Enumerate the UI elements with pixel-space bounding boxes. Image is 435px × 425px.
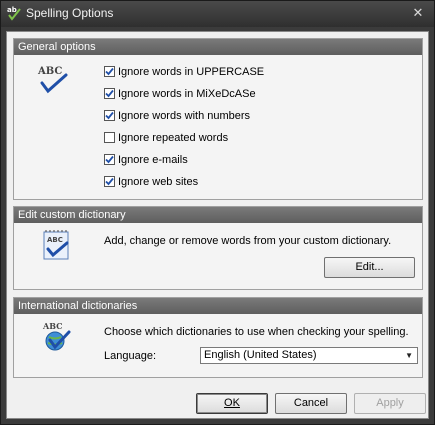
custom-dictionary-header: Edit custom dictionary	[14, 207, 422, 223]
checkmark-icon	[105, 177, 114, 186]
custom-dictionary-group: Edit custom dictionary ABC Add, change o…	[13, 206, 423, 290]
svg-text:ABC: ABC	[47, 236, 63, 244]
checkmark-icon	[105, 67, 114, 76]
apply-button[interactable]: Apply	[354, 393, 426, 414]
checkbox-checked[interactable]	[104, 176, 115, 187]
option-label: Ignore web sites	[118, 176, 199, 188]
option-row[interactable]: Ignore words with numbers	[104, 109, 250, 124]
general-options-group: General options ABC Ignore words in UPPE…	[13, 38, 423, 200]
language-select[interactable]: English (United States) ▼	[200, 347, 418, 364]
option-row[interactable]: Ignore repeated words	[104, 131, 228, 146]
globe-check-icon: ABC	[42, 321, 71, 351]
custom-dictionary-description: Add, change or remove words from your cu…	[104, 235, 392, 247]
svg-text:ab: ab	[7, 6, 17, 14]
checkbox-checked[interactable]	[104, 154, 115, 165]
edit-dictionary-button[interactable]: Edit...	[324, 257, 415, 278]
title-bar[interactable]: ab Spelling Options ✕	[1, 1, 434, 27]
checkmark-icon	[105, 111, 114, 120]
international-dictionaries-group: International dictionaries ABC Choose wh…	[13, 297, 423, 378]
notepad-check-icon: ABC	[43, 230, 69, 260]
abc-check-icon: ABC	[37, 66, 68, 94]
option-label: Ignore words in UPPERCASE	[118, 66, 265, 78]
option-row[interactable]: Ignore e-mails	[104, 153, 188, 168]
svg-text:ABC: ABC	[42, 321, 62, 331]
international-dictionaries-header: International dictionaries	[14, 298, 422, 314]
cancel-button[interactable]: Cancel	[275, 393, 347, 414]
checkbox-checked[interactable]	[104, 88, 115, 99]
option-row[interactable]: Ignore words in MiXeDcASe	[104, 87, 256, 102]
language-label: Language:	[104, 350, 156, 362]
window-title: Spelling Options	[26, 6, 114, 20]
ok-button-label: OK	[224, 397, 240, 409]
option-label: Ignore e-mails	[118, 154, 188, 166]
general-options-header: General options	[14, 39, 422, 55]
language-select-value: English (United States)	[204, 349, 317, 361]
checkbox-checked[interactable]	[104, 110, 115, 121]
checkmark-icon	[105, 155, 114, 164]
svg-text:ABC: ABC	[37, 66, 62, 77]
option-row[interactable]: Ignore web sites	[104, 175, 198, 190]
option-row[interactable]: Ignore words in UPPERCASE	[104, 65, 264, 80]
international-description: Choose which dictionaries to use when ch…	[104, 326, 409, 338]
close-icon[interactable]: ✕	[410, 5, 426, 21]
checkmark-icon	[105, 89, 114, 98]
dialog-client: General options ABC Ignore words in UPPE…	[6, 31, 429, 419]
checkbox-unchecked[interactable]	[104, 132, 115, 143]
option-label: Ignore words with numbers	[118, 110, 251, 122]
spelling-options-window: ab Spelling Options ✕ General options AB…	[0, 0, 435, 425]
ok-button[interactable]: OK	[196, 393, 268, 414]
chevron-down-icon[interactable]: ▼	[405, 348, 413, 363]
checkbox-checked[interactable]	[104, 66, 115, 77]
abc-check-icon: ab	[7, 6, 21, 21]
option-label: Ignore words in MiXeDcASe	[118, 88, 256, 100]
option-label: Ignore repeated words	[118, 132, 229, 144]
